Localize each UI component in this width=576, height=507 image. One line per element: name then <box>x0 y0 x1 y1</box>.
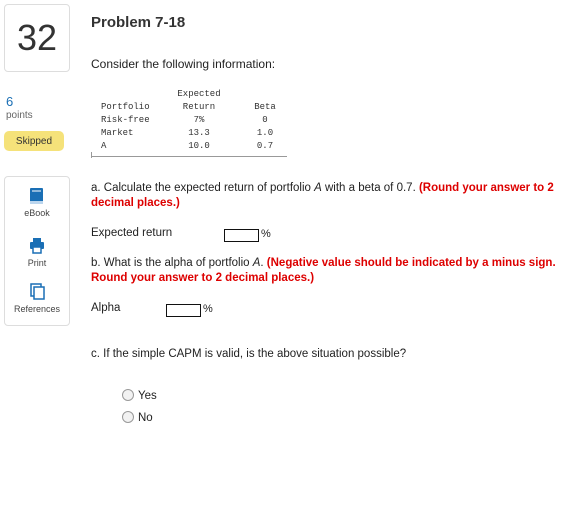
ebook-label: eBook <box>24 208 50 218</box>
part-b-label: Alpha <box>91 302 121 314</box>
table-cell: 13.3 <box>188 128 210 138</box>
table-cell: Risk-free <box>101 115 150 125</box>
table-cell: 7% <box>193 115 205 125</box>
table-header: Return <box>182 102 216 112</box>
part-b-question: b. What is the alpha of portfolio A. (Ne… <box>91 256 563 286</box>
points-label: points <box>6 110 33 121</box>
intro-text: Consider the following information: <box>91 57 276 71</box>
references-button[interactable]: References <box>5 283 69 314</box>
table-row: A 10.0 0.7 <box>101 140 301 153</box>
table-cell: 10.0 <box>188 141 210 151</box>
part-a-label: Expected return <box>91 227 173 239</box>
points-value: 6 <box>6 94 14 109</box>
expected-return-input[interactable] <box>224 229 259 242</box>
part-a-italic: A <box>314 182 322 194</box>
table-divider-tick <box>91 152 92 158</box>
problem-title: Problem 7-18 <box>91 14 186 31</box>
part-b-text: b. What is the alpha of portfolio <box>91 257 253 269</box>
alpha-unit: % <box>203 303 213 315</box>
part-c-question: c. If the simple CAPM is valid, is the a… <box>91 348 407 360</box>
ebook-button[interactable]: eBook <box>5 187 69 218</box>
table-header: Beta <box>254 102 276 112</box>
print-label: Print <box>27 258 47 268</box>
question-number: 32 <box>16 17 58 58</box>
table-header-row: Portfolio Return Beta <box>101 101 301 114</box>
print-button[interactable]: Print <box>5 237 69 268</box>
expected-return-unit: % <box>261 228 271 240</box>
table-cell: Market <box>101 128 134 138</box>
tools-panel: eBook Print References <box>4 176 70 326</box>
part-a-text-suffix: with a beta of 0.7. <box>321 182 419 194</box>
option-no-label: No <box>138 412 153 424</box>
table-cell: 0.7 <box>256 141 274 151</box>
table-header-top-row: Expected <box>101 88 301 101</box>
radio-no[interactable] <box>122 411 134 423</box>
table-header: Portfolio <box>101 102 150 112</box>
part-a-question: a. Calculate the expected return of port… <box>91 181 563 211</box>
documents-icon <box>30 283 45 300</box>
references-label: References <box>13 304 61 314</box>
table-cell: 1.0 <box>256 128 274 138</box>
book-icon <box>30 188 43 204</box>
table-header-top: Expected <box>177 89 221 99</box>
data-table: Expected Portfolio Return Beta Risk-free… <box>101 88 301 153</box>
table-row: Market 13.3 1.0 <box>101 127 301 140</box>
table-divider <box>91 156 287 157</box>
part-a-text: a. Calculate the expected return of port… <box>91 182 315 194</box>
option-yes-label: Yes <box>138 390 157 402</box>
printer-icon <box>30 238 44 254</box>
question-number-box: 32 <box>4 4 70 72</box>
table-cell: 0 <box>262 115 268 125</box>
table-cell: A <box>101 141 107 151</box>
alpha-input[interactable] <box>166 304 201 317</box>
status-badge: Skipped <box>4 131 64 151</box>
table-row: Risk-free 7% 0 <box>101 114 301 127</box>
radio-yes[interactable] <box>122 389 134 401</box>
